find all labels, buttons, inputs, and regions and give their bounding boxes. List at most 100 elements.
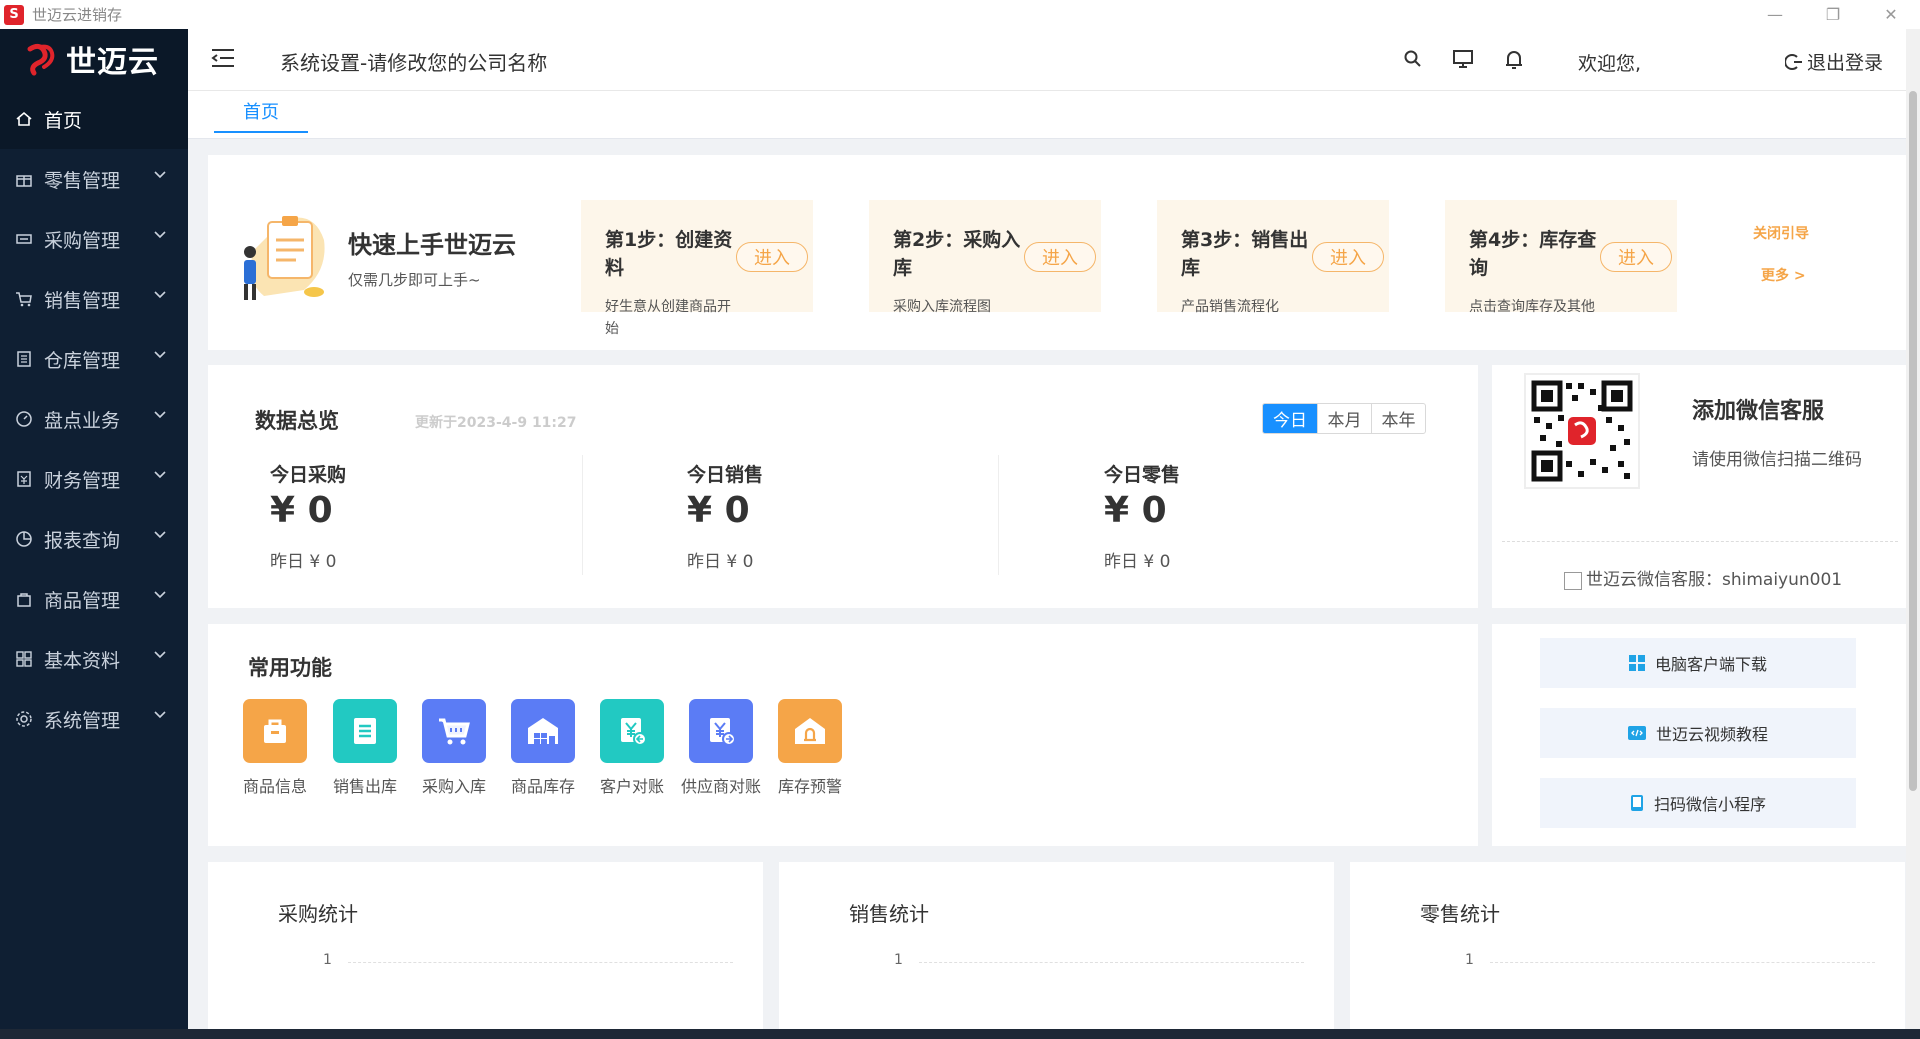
function-sales-out[interactable]: 销售出库 (320, 699, 410, 797)
divider (1502, 541, 1898, 542)
function-inventory[interactable]: 商品库存 (498, 699, 588, 797)
sidebar-item-label: 财务管理 (44, 469, 121, 492)
window-title: 世迈云进销存 (32, 6, 123, 24)
mobile-icon (1630, 794, 1644, 812)
bag-icon (243, 699, 307, 763)
range-month[interactable]: 本月 (1317, 404, 1371, 433)
step-title: 第1步：创建资料 (605, 229, 733, 279)
sidebar-item-basic-data[interactable]: 基本资料 (0, 629, 188, 689)
sidebar-item-label: 商品管理 (44, 589, 121, 612)
grid-line (348, 962, 733, 963)
guide-step-3[interactable]: 第3步：销售出库 进入 产品销售流程化 (1157, 200, 1389, 315)
function-customer-reconcile[interactable]: 客户对账 (587, 699, 677, 797)
yen-icon (689, 699, 753, 763)
home-icon (14, 109, 34, 129)
grid-icon (14, 649, 34, 669)
windows-icon (1628, 655, 1645, 671)
wechat-title: 添加微信客服 (1692, 399, 1825, 424)
step-enter-button[interactable]: 进入 (1312, 242, 1384, 272)
range-year[interactable]: 本年 (1371, 404, 1425, 433)
sidebar-item-sales[interactable]: 销售管理 (0, 269, 188, 329)
download-client-button[interactable]: 电脑客户端下载 (1540, 638, 1856, 688)
sidebar-item-system[interactable]: 系统管理 (0, 689, 188, 749)
gift-icon (14, 169, 34, 189)
guide-step-1[interactable]: 第1步：创建资料 进入 好生意从创建商品开始 (581, 200, 813, 337)
step-title: 第2步：采购入库 (893, 229, 1021, 279)
function-stock-alert[interactable]: 库存预警 (765, 699, 855, 797)
step-enter-button[interactable]: 进入 (736, 242, 808, 272)
guide-step-4[interactable]: 第4步：库存查询 进入 点击查询库存及其他 (1445, 200, 1677, 315)
menu-collapse-icon[interactable] (210, 47, 236, 69)
guide-step-2[interactable]: 第2步：采购入库 进入 采购入库流程图 (869, 200, 1101, 315)
function-label: 库存预警 (777, 777, 842, 796)
logout-button[interactable]: 退出登录 (1785, 48, 1883, 75)
step-desc: 点击查询库存及其他 (1469, 299, 1595, 315)
warehouse-icon (14, 349, 34, 369)
y-tick-label: 1 (1465, 952, 1474, 968)
sidebar-item-reports[interactable]: 报表查询 (0, 509, 188, 569)
cart-icon (14, 289, 34, 309)
sidebar-item-inventory-check[interactable]: 盘点业务 (0, 389, 188, 449)
range-today[interactable]: 今日 (1263, 404, 1317, 433)
function-purchase-in[interactable]: 采购入库 (409, 699, 499, 797)
function-supplier-reconcile[interactable]: 供应商对账 (676, 699, 766, 797)
wechat-checkbox[interactable] (1564, 571, 1582, 590)
app-logo-icon: S (4, 4, 24, 25)
sidebar-item-products[interactable]: 商品管理 (0, 569, 188, 629)
tab-home[interactable]: 首页 (214, 91, 308, 133)
search-icon[interactable] (1403, 49, 1423, 69)
sidebar-item-finance[interactable]: 财务管理 (0, 449, 188, 509)
stat-prev: 昨日 ¥ 0 (1104, 552, 1171, 572)
sidebar-item-label: 系统管理 (44, 709, 121, 732)
minimize-button[interactable]: — (1746, 0, 1804, 29)
guide-subtitle: 仅需几步即可上手~ (348, 271, 481, 289)
sales-stats-chart: 销售统计 1 (779, 862, 1334, 1039)
function-label: 商品库存 (510, 777, 575, 796)
welcome-text[interactable]: 欢迎您, (1578, 49, 1641, 76)
qr-code-icon (1526, 375, 1638, 487)
close-guide-link[interactable]: 关闭引导 (1753, 223, 1809, 243)
function-product-info[interactable]: 商品信息 (230, 699, 320, 797)
step-enter-button[interactable]: 进入 (1600, 242, 1672, 272)
sidebar-item-purchase[interactable]: 采购管理 (0, 209, 188, 269)
logout-icon (1785, 53, 1802, 70)
document-icon (333, 699, 397, 763)
yen-icon (600, 699, 664, 763)
y-tick-label: 1 (323, 952, 332, 968)
chevron-down-icon (154, 591, 166, 599)
sidebar-item-label: 报表查询 (44, 529, 121, 552)
chart-title: 零售统计 (1420, 902, 1500, 926)
close-window-button[interactable]: ✕ (1862, 0, 1920, 29)
sidebar-item-retail[interactable]: 零售管理 (0, 149, 188, 209)
function-label: 采购入库 (421, 777, 486, 796)
step-enter-button[interactable]: 进入 (1024, 242, 1096, 272)
sidebar-item-home[interactable]: 首页 (0, 89, 188, 149)
bell-icon[interactable] (1504, 49, 1524, 71)
stat-value: ¥ 0 (270, 490, 333, 531)
monitor-icon[interactable] (1452, 49, 1474, 69)
more-link[interactable]: 更多 > (1761, 265, 1806, 285)
scrollbar-thumb[interactable] (1909, 91, 1917, 791)
wechat-service: 添加微信客服 请使用微信扫描二维码 世迈云微信客服：shimaiyun001 (1492, 365, 1908, 608)
dashboard-icon (14, 409, 34, 429)
sidebar-item-warehouse[interactable]: 仓库管理 (0, 329, 188, 389)
function-label: 销售出库 (332, 777, 397, 796)
mini-program-button[interactable]: 扫码微信小程序 (1540, 778, 1856, 828)
guide-title: 快速上手世迈云 (348, 231, 516, 259)
sidebar-item-label: 采购管理 (44, 229, 121, 252)
video-icon (1627, 725, 1646, 741)
sidebar-item-label: 仓库管理 (44, 349, 121, 372)
stat-purchase: 今日采购 ¥ 0 昨日 ¥ 0 (270, 460, 620, 572)
video-tutorial-button[interactable]: 世迈云视频教程 (1540, 708, 1856, 758)
grid-line (919, 962, 1304, 963)
warehouse-icon (511, 699, 575, 763)
maximize-button[interactable]: ❐ (1804, 0, 1862, 29)
stat-label: 今日采购 (270, 464, 347, 486)
finance-icon (14, 469, 34, 489)
stat-label: 今日零售 (1104, 464, 1181, 486)
brand-logo[interactable]: 世迈云 (0, 29, 188, 89)
gear-icon (14, 709, 34, 729)
logout-label: 退出登录 (1807, 52, 1884, 74)
company-title[interactable]: 系统设置-请修改您的公司名称 (280, 47, 547, 76)
page-scrollbar[interactable] (1906, 29, 1920, 1039)
